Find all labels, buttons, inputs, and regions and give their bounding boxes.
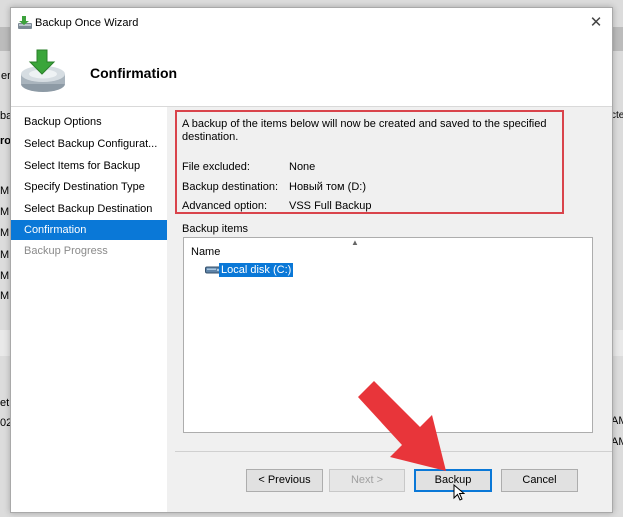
background-text: M — [0, 249, 10, 261]
nav-step-backup-options[interactable]: Backup Options — [11, 112, 167, 132]
previous-button[interactable]: < Previous — [246, 469, 323, 492]
summary-intro-text: A backup of the items below will now be … — [182, 118, 547, 143]
name-column-header[interactable]: Name — [191, 246, 220, 258]
nav-step-select-items[interactable]: Select Items for Backup — [11, 156, 167, 176]
background-text: M — [0, 270, 10, 282]
tree-item-local-disk[interactable]: Local disk (C:) — [219, 263, 294, 277]
nav-step-backup-destination[interactable]: Select Backup Destination — [11, 199, 167, 219]
sort-caret-icon[interactable]: ▲ — [351, 238, 359, 247]
background-text: M — [0, 290, 10, 302]
file-excluded-label: File excluded: — [182, 161, 250, 173]
wizard-header: Confirmation — [11, 38, 612, 107]
backup-app-icon — [18, 16, 32, 29]
close-icon[interactable]: ✕ — [584, 12, 608, 34]
background-text: M — [0, 227, 10, 239]
nav-step-confirmation[interactable]: Confirmation — [11, 220, 167, 240]
title-bar[interactable]: Backup Once Wizard ✕ — [11, 8, 612, 38]
cancel-button[interactable]: Cancel — [501, 469, 578, 492]
red-arrow-icon — [358, 381, 446, 471]
file-excluded-value: None — [289, 161, 316, 173]
advanced-option-label: Advanced option: — [182, 200, 268, 212]
advanced-option-value: VSS Full Backup — [289, 200, 372, 212]
backup-items-label: Backup items — [182, 223, 249, 235]
window-title: Backup Once Wizard — [35, 17, 139, 29]
backup-destination-label: Backup destination: — [182, 181, 279, 193]
backup-drive-icon — [21, 49, 65, 92]
backup-destination-value: Новый том (D:) — [289, 181, 366, 193]
page-title: Confirmation — [90, 65, 178, 81]
background-text: M — [0, 206, 10, 218]
mouse-cursor-icon — [453, 484, 465, 501]
background-text: M — [0, 185, 10, 197]
wizard-steps-nav: Backup Options Select Backup Configurat.… — [11, 107, 167, 512]
nav-step-destination-type[interactable]: Specify Destination Type — [11, 177, 167, 197]
nav-step-backup-progress: Backup Progress — [24, 245, 108, 257]
nav-step-select-backup-configuration[interactable]: Select Backup Configurat... — [11, 134, 167, 154]
backup-wizard-window: Backup Once Wizard ✕ Confirmation Backup… — [10, 7, 613, 513]
background-text: et — [0, 397, 10, 409]
